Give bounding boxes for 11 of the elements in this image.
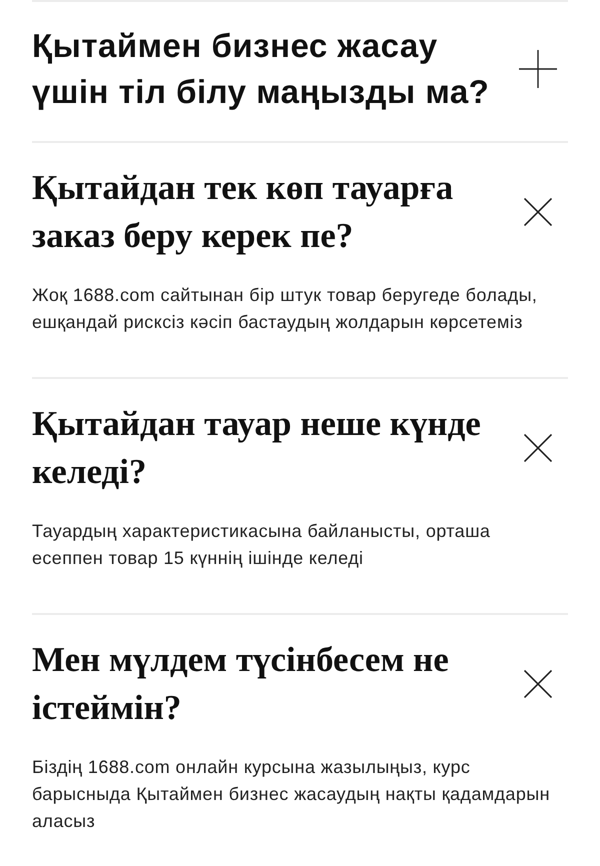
faq-answer: Тауардың характеристикасына байланысты, орташа есеппен товар 15 күннің ішінде келеді xyxy=(32,520,492,570)
faq-answer: Біздің 1688.com онлайн курсына жазылыңыз, курс барысныда Қытаймен бизнес жасаудың нақты қадамдарын аласыз xyxy=(32,756,551,833)
faq-question[interactable]: Мен мүлдем түсінбесем не істеймін? xyxy=(32,636,494,732)
faq-answer: Жоқ 1688.com сайтынан бір штук товар беругеде болады, ешқандай рисксіз кәсіп бастаудың жолдарын көрсетеміз xyxy=(32,284,538,334)
close-icon[interactable] xyxy=(524,670,552,698)
faq-question[interactable]: Қытайдан тек көп тауарға заказ беру керек пе? xyxy=(32,164,494,260)
faq-question[interactable]: Қытаймен бизнес жасау үшін тіл білу маңызды ма? xyxy=(32,23,494,115)
close-icon[interactable] xyxy=(524,434,552,462)
plus-icon[interactable] xyxy=(519,50,557,88)
close-icon[interactable] xyxy=(524,198,552,226)
faq-question[interactable]: Қытайдан тауар неше күнде келеді? xyxy=(32,400,494,496)
